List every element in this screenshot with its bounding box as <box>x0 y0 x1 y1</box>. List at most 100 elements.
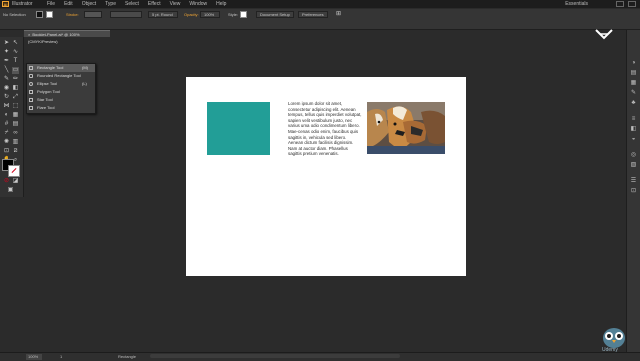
flyout-item-rectangle[interactable]: Rectangle Tool (M) <box>27 64 95 72</box>
brushes-icon[interactable]: ✎ <box>630 90 637 97</box>
menu-object[interactable]: Object <box>82 0 96 8</box>
horses-image <box>367 102 445 154</box>
flyout-item-star[interactable]: Star Tool <box>27 96 95 104</box>
watermark-text: Udemy <box>602 347 618 353</box>
illustrator-logo-icon: Ai <box>2 1 9 7</box>
menu-edit[interactable]: Edit <box>64 0 73 8</box>
artboards-icon[interactable]: ⊡ <box>630 188 637 195</box>
graph-tool-icon[interactable]: ▥ <box>12 139 19 146</box>
flyout-item-label: Rounded Rectangle Tool <box>37 73 81 78</box>
stroke-weight-field[interactable] <box>84 11 102 18</box>
magic-wand-icon[interactable]: ✦ <box>3 49 10 56</box>
style-label: Style: <box>228 12 239 17</box>
scale-icon[interactable]: ⤢ <box>12 94 19 101</box>
document-tab[interactable]: × Booklet-Panel.ai* @ 100% (CMYK/Preview) <box>24 30 110 44</box>
zoom-level[interactable]: 100% <box>26 354 42 360</box>
mesh-tool-icon[interactable]: # <box>3 121 10 128</box>
lorem-ipsum-text[interactable]: Lorem ipsum dolor sit amet, consectetur … <box>288 101 362 157</box>
gradient-tool-icon[interactable]: ▤ <box>12 121 19 128</box>
menu-select[interactable]: Select <box>125 0 139 8</box>
screen-mode-icon[interactable]: ▣ <box>7 187 14 194</box>
appearance-icon[interactable]: ◎ <box>630 152 637 159</box>
flyout-item-rounded-rectangle[interactable]: Rounded Rectangle Tool <box>27 72 95 80</box>
blob-brush-icon[interactable]: ◉ <box>3 85 10 92</box>
width-tool-icon[interactable]: ⋈ <box>3 103 10 110</box>
flyout-item-label: Star Tool <box>37 97 53 102</box>
perspective-grid-icon[interactable]: ▦ <box>12 112 19 119</box>
rounded-rectangle-icon <box>29 74 33 78</box>
type-tool-icon[interactable]: T <box>12 58 19 65</box>
rectangle-icon <box>29 66 33 70</box>
eraser-icon[interactable]: ◧ <box>12 85 19 92</box>
teal-rectangle[interactable] <box>207 102 270 155</box>
stroke-label[interactable]: Stroke: <box>66 12 79 18</box>
menu-view[interactable]: View <box>170 0 181 8</box>
direct-selection-tool-icon[interactable]: ↖ <box>12 40 19 47</box>
blend-tool-icon[interactable]: ∞ <box>12 130 19 137</box>
document-title: Booklet-Panel.ai* @ 100% (CMYK/Preview) <box>28 32 80 44</box>
menu-effect[interactable]: Effect <box>148 0 161 8</box>
menu-help[interactable]: Help <box>216 0 226 8</box>
transparency-icon[interactable]: ◒ <box>630 136 637 143</box>
close-icon[interactable]: × <box>28 32 30 37</box>
rotate-icon[interactable]: ↻ <box>3 94 10 101</box>
pencil-icon[interactable]: ✏ <box>12 76 19 83</box>
opacity-label[interactable]: Opacity: <box>184 12 199 18</box>
free-transform-icon[interactable]: ⬚ <box>12 103 19 110</box>
shape-tools-flyout: Rectangle Tool (M) Rounded Rectangle Tool E… <box>26 63 96 114</box>
shape-builder-icon[interactable]: ◐ <box>3 112 10 119</box>
stroke-panel-icon[interactable]: ≡ <box>630 116 637 123</box>
rectangle-tool-icon[interactable]: ▭ <box>12 67 19 74</box>
document-setup-button[interactable]: Document Setup <box>256 11 294 18</box>
arrange-icon[interactable] <box>628 1 636 7</box>
opacity-field[interactable]: 100% <box>200 11 220 18</box>
selection-tool-icon[interactable]: ➤ <box>3 40 10 47</box>
flyout-item-polygon[interactable]: Polygon Tool <box>27 88 95 96</box>
udemy-watermark: Udemy <box>592 325 636 355</box>
symbol-sprayer-icon[interactable]: ✺ <box>3 139 10 146</box>
artboard-tool-icon[interactable]: ⊡ <box>3 148 10 155</box>
graphic-styles-icon[interactable]: ▧ <box>630 162 637 169</box>
horizontal-scrollbar[interactable] <box>150 354 400 358</box>
swatches-icon[interactable]: ▦ <box>630 80 637 87</box>
layers-icon[interactable]: ☰ <box>630 178 637 185</box>
menu-file[interactable]: File <box>47 0 55 8</box>
app-title: Ai Illustrator <box>2 0 33 8</box>
workspace-switcher[interactable]: Essentials <box>565 0 588 8</box>
color-panel-icon[interactable]: ◑ <box>630 60 637 67</box>
polygon-icon <box>29 90 33 94</box>
selection-status: No Selection <box>3 12 26 17</box>
flyout-item-label: Polygon Tool <box>37 89 60 94</box>
eyedropper-icon[interactable]: ⌿ <box>3 130 10 137</box>
align-icon[interactable]: ⊞ <box>335 11 342 18</box>
brush-definition[interactable]: 5 pt. Round <box>148 11 178 18</box>
flyout-item-label: Rectangle Tool <box>37 65 64 70</box>
stroke-color-icon[interactable] <box>8 165 20 177</box>
flyout-item-flare[interactable]: Flare Tool <box>27 104 95 112</box>
flyout-item-shortcut: (M) <box>82 65 88 70</box>
flare-icon <box>29 106 33 110</box>
gradient-panel-icon[interactable]: ◧ <box>630 126 637 133</box>
draw-mode-icon[interactable]: ◪ <box>12 178 19 185</box>
symbols-icon[interactable]: ♣ <box>630 100 637 107</box>
line-tool-icon[interactable]: ╲ <box>3 67 10 74</box>
none-color-icon[interactable]: ⊘ <box>3 178 10 185</box>
horses-photo[interactable] <box>367 102 445 154</box>
style-swatch[interactable] <box>240 11 247 18</box>
color-guide-icon[interactable]: ▤ <box>630 70 637 77</box>
stroke-swatch[interactable] <box>46 11 53 18</box>
preferences-button[interactable]: Preferences <box>298 11 328 18</box>
lasso-icon[interactable]: ∿ <box>12 49 19 56</box>
menu-type[interactable]: Type <box>105 0 116 8</box>
app-name[interactable]: Illustrator <box>12 0 33 8</box>
menu-window[interactable]: Window <box>189 0 207 8</box>
flyout-item-ellipse[interactable]: Ellipse Tool (L) <box>27 80 95 88</box>
star-icon <box>29 98 33 102</box>
search-icon[interactable] <box>616 1 624 7</box>
right-panel-dock: ◑ ▤ ▦ ✎ ♣ ≡ ◧ ◒ ◎ ▧ ☰ ⊡ <box>626 30 640 352</box>
pen-tool-icon[interactable]: ✒ <box>3 58 10 65</box>
fill-swatch[interactable] <box>36 11 43 18</box>
paintbrush-icon[interactable]: ✎ <box>3 76 10 83</box>
variable-width-field[interactable] <box>110 11 142 18</box>
slice-tool-icon[interactable]: ⧄ <box>12 148 19 155</box>
